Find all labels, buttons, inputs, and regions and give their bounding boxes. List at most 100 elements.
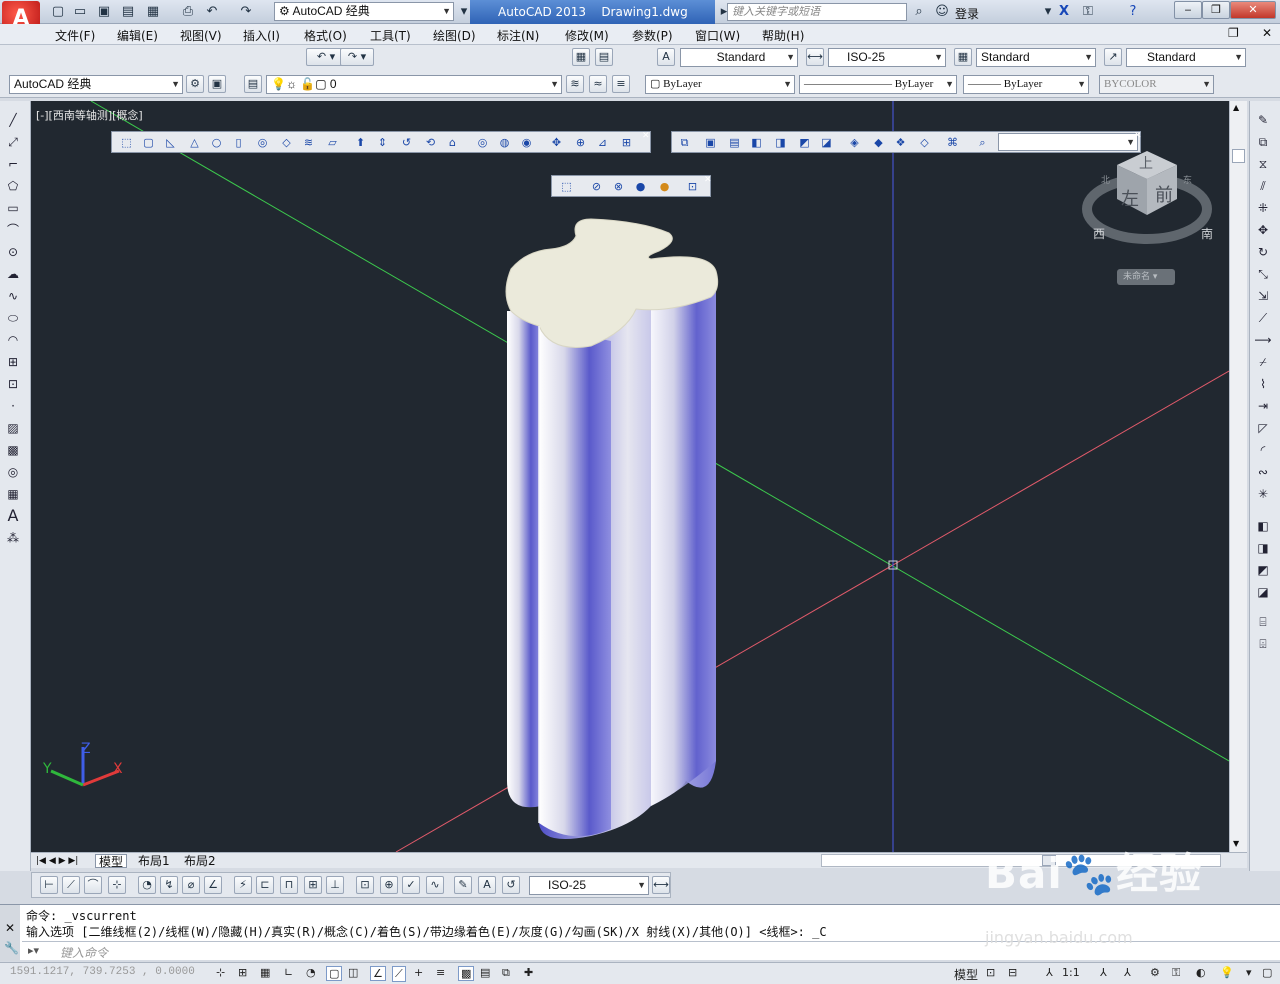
rotate-icon[interactable]: ↻ [1254,243,1272,261]
viewcube-top-label[interactable]: 上 [1139,153,1153,173]
model-space-button[interactable]: 模型 [954,966,978,983]
multileader-style-icon[interactable]: ↗ [1104,48,1122,66]
table-style-icon[interactable]: ▦ [954,48,972,66]
close-icon[interactable]: ✕ [642,131,650,141]
layer-previous-icon[interactable]: ≈ [589,75,607,93]
hatch-icon[interactable]: ▨ [4,419,22,437]
revolve-icon[interactable]: ⟲ [422,134,439,151]
front-view-icon[interactable]: ◩ [796,134,813,151]
workspace-select[interactable]: AutoCAD 经典 ▼ [9,75,183,94]
menu-dimension[interactable]: 标注(N) [497,27,539,44]
close-icon[interactable]: ✕ [704,175,712,185]
arc-icon[interactable]: ⌒ [4,221,22,239]
tolerance-icon[interactable]: ⊡ [356,876,374,894]
copy-icon[interactable]: ⧉ [1254,133,1272,151]
hatch-back-icon[interactable]: ⌹ [1254,635,1272,653]
new-file-icon[interactable]: ▢ [50,4,66,20]
menu-window[interactable]: 窗口(W) [695,27,740,44]
layer-state-icon[interactable]: ≡ [612,75,630,93]
ne-iso-icon[interactable]: ❖ [892,134,909,151]
lineweight-icon[interactable]: ≡ [436,966,445,979]
right-view-icon[interactable]: ◨ [772,134,789,151]
loft-icon[interactable]: ⌂ [444,134,461,151]
annotation-scale-value[interactable]: 1:1 [1062,966,1080,979]
menu-insert[interactable]: 插入(I) [243,27,280,44]
multiline-text-icon[interactable]: A [4,507,22,525]
clean-screen-icon[interactable]: ▢ [1262,966,1272,979]
cylinder-icon[interactable]: ▯ [230,134,247,151]
selection-cycling-icon[interactable]: ⧉ [502,966,510,980]
inspect-icon[interactable]: ✓ [402,876,420,894]
trim-icon[interactable]: ⟋ [1254,309,1272,327]
add-selected-icon[interactable]: ⁂ [4,529,22,547]
binoculars-icon[interactable]: ⌕ [911,4,927,20]
left-view-icon[interactable]: ◧ [748,134,765,151]
baseline-icon[interactable]: ⊏ [256,876,274,894]
region-icon[interactable]: ◎ [4,463,22,481]
visual-style-manager-icon[interactable]: ⊡ [684,178,701,195]
fillet-icon[interactable]: ◜ [1254,441,1272,459]
angular-icon[interactable]: ∠ [204,876,222,894]
dim-style-manager-icon[interactable]: ⟷ [652,876,670,894]
3d-wireframe-icon[interactable]: ⊘ [588,178,605,195]
help-icon[interactable]: ? [1125,4,1141,20]
spline-icon[interactable]: ∿ [4,287,22,305]
menu-edit[interactable]: 编辑(E) [117,27,158,44]
join-icon[interactable]: ⇥ [1254,397,1272,415]
login-dropdown-icon[interactable]: ▾ [1040,4,1056,20]
command-window-handle[interactable]: ✕ 🔧 [0,905,20,961]
revision-cloud-icon[interactable]: ☁ [4,265,22,283]
close-icon[interactable]: ✕ [5,921,15,935]
object-snap-tracking-icon[interactable]: ∠ [370,966,386,981]
close-button[interactable]: ✕ [1230,1,1276,19]
dynamic-input-icon[interactable]: + [414,966,423,979]
make-current-layer-icon[interactable]: ≋ [566,75,584,93]
rectangle-icon[interactable]: ▭ [4,199,22,217]
back-view-icon[interactable]: ◪ [818,134,835,151]
nw-iso-icon[interactable]: ◇ [916,134,933,151]
search-input[interactable]: 键入关键字或短语 [727,3,907,21]
viewcube-front-label[interactable]: 前 [1155,181,1173,207]
subtract-icon[interactable]: ◍ [496,134,513,151]
gradient-icon[interactable]: ▩ [4,441,22,459]
dim-text-edit-icon[interactable]: A [478,876,496,894]
union-icon[interactable]: ◎ [474,134,491,151]
planar-surface-icon[interactable]: ▱ [324,134,341,151]
quick-view-layouts-icon[interactable]: ⊡ [986,966,995,979]
text-style-select[interactable]: Standard ▼ [680,48,798,67]
scale-icon[interactable]: ⤡ [1254,265,1272,283]
print-icon[interactable]: ⎙ [180,4,196,20]
box-icon[interactable]: ▢ [140,134,157,151]
ellipse-arc-icon[interactable]: ◠ [4,331,22,349]
exchange-icon[interactable]: X [1056,4,1072,20]
compass-east-label[interactable]: 东 [1183,173,1192,186]
hidden-icon[interactable]: ⊗ [610,178,627,195]
undo-icon[interactable]: ↶ [204,4,220,20]
polysolid-icon[interactable]: ⬚ [118,134,135,151]
redo-icon[interactable]: ↷ [238,4,254,20]
compass-west-label[interactable]: 西 [1093,225,1105,242]
restore-button[interactable]: ❐ [1202,1,1230,19]
array-icon[interactable]: ⁜ [1254,199,1272,217]
top-view-icon[interactable]: ▣ [702,134,719,151]
auto-scale-icon[interactable]: ⅄ [1124,966,1131,979]
transparency-icon[interactable]: ▩ [458,966,475,981]
menu-file[interactable]: 文件(F) [55,27,95,44]
extrude-icon[interactable]: ⬆ [352,134,369,151]
isolate-objects-icon[interactable]: 💡 [1220,966,1234,979]
table-style-select[interactable]: Standard ▼ [976,48,1096,67]
viewcube-left-label[interactable]: 左 [1121,185,1139,211]
radius-icon[interactable]: ◔ [138,876,156,894]
workspace-selector[interactable]: ⚙ AutoCAD 经典 ▼ [274,2,454,21]
lock-icon[interactable]: ⚿ [1080,4,1096,20]
zoom-icon[interactable]: ⌕ [974,134,991,151]
camera-icon[interactable]: ⌘ [944,134,961,151]
pyramid-icon[interactable]: ◇ [278,134,295,151]
jogged-icon[interactable]: ↯ [160,876,178,894]
save-icon[interactable]: ▣ [96,4,112,20]
close-icon[interactable]: ✕ [1134,131,1142,141]
linetype-select[interactable]: ———————— ByLayer ▼ [799,75,957,94]
color-select[interactable]: ▢ ByLayer ▼ [645,75,795,94]
tab-first-icon[interactable]: |◀ ◀ ▶ ▶| [33,854,81,868]
break-icon[interactable]: ⌇ [1254,375,1272,393]
